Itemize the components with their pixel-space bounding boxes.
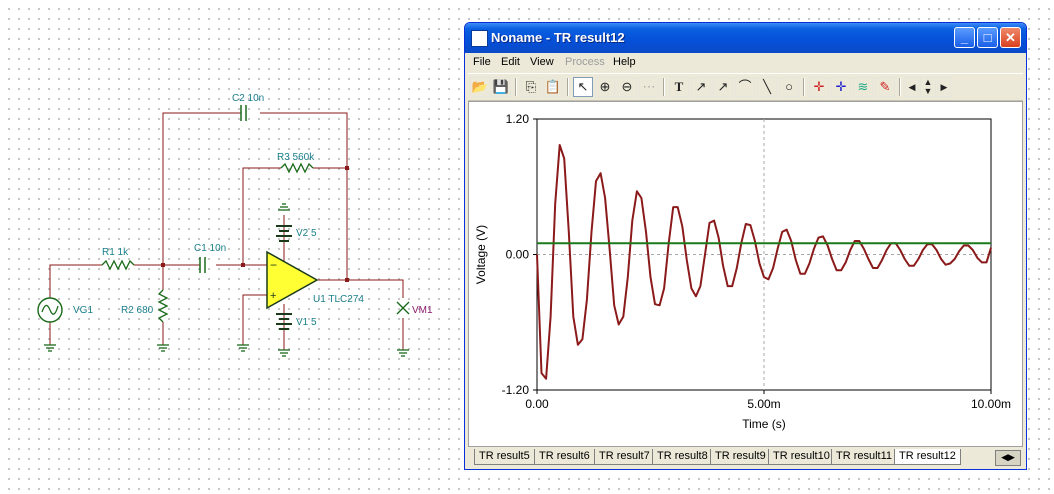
menu-bar: File Edit View Process Help <box>465 53 1026 71</box>
y-tick-label: 0.00 <box>506 248 530 262</box>
cursor-b-icon[interactable]: ✛ <box>831 77 851 97</box>
pointer-icon[interactable]: ↖ <box>573 77 593 97</box>
transient-chart[interactable]: 1.200.00-1.200.00 5.00m 10.00mTime (s)Volt… <box>469 102 1022 446</box>
x-tick-label: 5.00m <box>747 397 780 411</box>
minimize-button[interactable]: _ <box>954 27 975 48</box>
circuit-schematic[interactable]: − + C2 10n R3 560k V2 5 R1 1k C1 10n R2 … <box>0 0 460 494</box>
grid-icon[interactable]: ⋯ <box>639 77 659 97</box>
result-tabs: TR result5 TR result6 TR result7 TR resu… <box>468 449 1023 467</box>
tab-tr-result10[interactable]: TR result10 <box>768 449 835 465</box>
x-tick-label: 10.00m <box>971 397 1011 411</box>
v1-label: V1 5 <box>296 317 317 328</box>
label-icon-2[interactable]: ↗ <box>713 77 733 97</box>
cursor-a-icon[interactable]: ✛ <box>809 77 829 97</box>
c2-label: C2 10n <box>232 93 264 104</box>
pick-icon[interactable]: ✎ <box>875 77 895 97</box>
zoom-in-icon[interactable]: ⊕ <box>595 77 615 97</box>
tab-tr-result6[interactable]: TR result6 <box>534 449 595 465</box>
menu-file[interactable]: File <box>473 56 491 68</box>
tab-tr-result8[interactable]: TR result8 <box>652 449 713 465</box>
add-curve-icon[interactable]: ≋ <box>853 77 873 97</box>
tab-tr-result9[interactable]: TR result9 <box>710 449 771 465</box>
window-title: Noname - TR result12 <box>491 30 625 45</box>
menu-view[interactable]: View <box>530 56 554 68</box>
v2-label: V2 5 <box>296 228 317 239</box>
app-icon <box>471 30 488 47</box>
toolbar: 📂 💾 ⎘ 📋 ↖ ⊕ ⊖ ⋯ T ↗ ↗ ⌒ ╲ ○ ✛ ✛ ≋ ✎ ◀ ▲ ▼… <box>468 73 1023 101</box>
arrow-updown-icon[interactable]: ▲ ▼ <box>920 77 936 97</box>
menu-edit[interactable]: Edit <box>501 56 520 68</box>
zoom-100-icon[interactable]: ⊖ <box>617 77 637 97</box>
arrow-left-icon[interactable]: ◀ <box>905 77 919 97</box>
menu-help[interactable]: Help <box>613 56 636 68</box>
tab-tr-result5[interactable]: TR result5 <box>474 449 535 465</box>
arrow-right-icon[interactable]: ▶ <box>937 77 951 97</box>
y-tick-label: 1.20 <box>506 112 530 126</box>
vm1-label: VM1 <box>412 305 433 316</box>
text-icon[interactable]: T <box>669 77 689 97</box>
c1-label: C1 10n <box>194 243 226 254</box>
svg-text:−: − <box>270 258 277 272</box>
r2-label: R2 680 <box>121 305 154 316</box>
y-tick-label: -1.20 <box>502 383 530 397</box>
tab-tr-result7[interactable]: TR result7 <box>594 449 655 465</box>
title-bar[interactable]: Noname - TR result12 _ □ ✕ <box>465 23 1026 53</box>
r1-label: R1 1k <box>102 247 129 258</box>
paste-icon[interactable]: 📋 <box>543 77 563 97</box>
maximize-button[interactable]: □ <box>977 27 998 48</box>
line-icon[interactable]: ╲ <box>757 77 777 97</box>
result-window[interactable]: Noname - TR result12 _ □ ✕ File Edit Vie… <box>464 22 1027 470</box>
tab-tr-result12[interactable]: TR result12 <box>894 449 961 465</box>
r3-label: R3 560k <box>277 152 315 163</box>
open-icon[interactable]: 📂 <box>470 77 490 97</box>
circle-icon[interactable]: ○ <box>779 77 799 97</box>
vg1-label: VG1 <box>73 305 93 316</box>
y-axis-label: Voltage (V) <box>474 225 488 284</box>
label-icon-3[interactable]: ⌒ <box>735 77 755 97</box>
x-axis-label: Time (s) <box>742 417 786 431</box>
plot-area[interactable]: 1.20 0.00 -1.20 0.00 5.00m 10.00m Time (s) Volt… <box>468 101 1023 447</box>
label-icon[interactable]: ↗ <box>691 77 711 97</box>
x-tick-label: 0.00 <box>525 397 549 411</box>
tab-scroll-arrows[interactable]: ◀▶ <box>995 450 1021 466</box>
save-icon[interactable]: 💾 <box>491 77 511 97</box>
u1-label: U1 TLC274 <box>313 294 364 305</box>
svg-text:+: + <box>270 290 276 302</box>
tab-tr-result11[interactable]: TR result11 <box>831 449 898 465</box>
close-button[interactable]: ✕ <box>1000 27 1021 48</box>
menu-process[interactable]: Process <box>565 56 605 68</box>
copy-icon[interactable]: ⎘ <box>521 77 541 97</box>
